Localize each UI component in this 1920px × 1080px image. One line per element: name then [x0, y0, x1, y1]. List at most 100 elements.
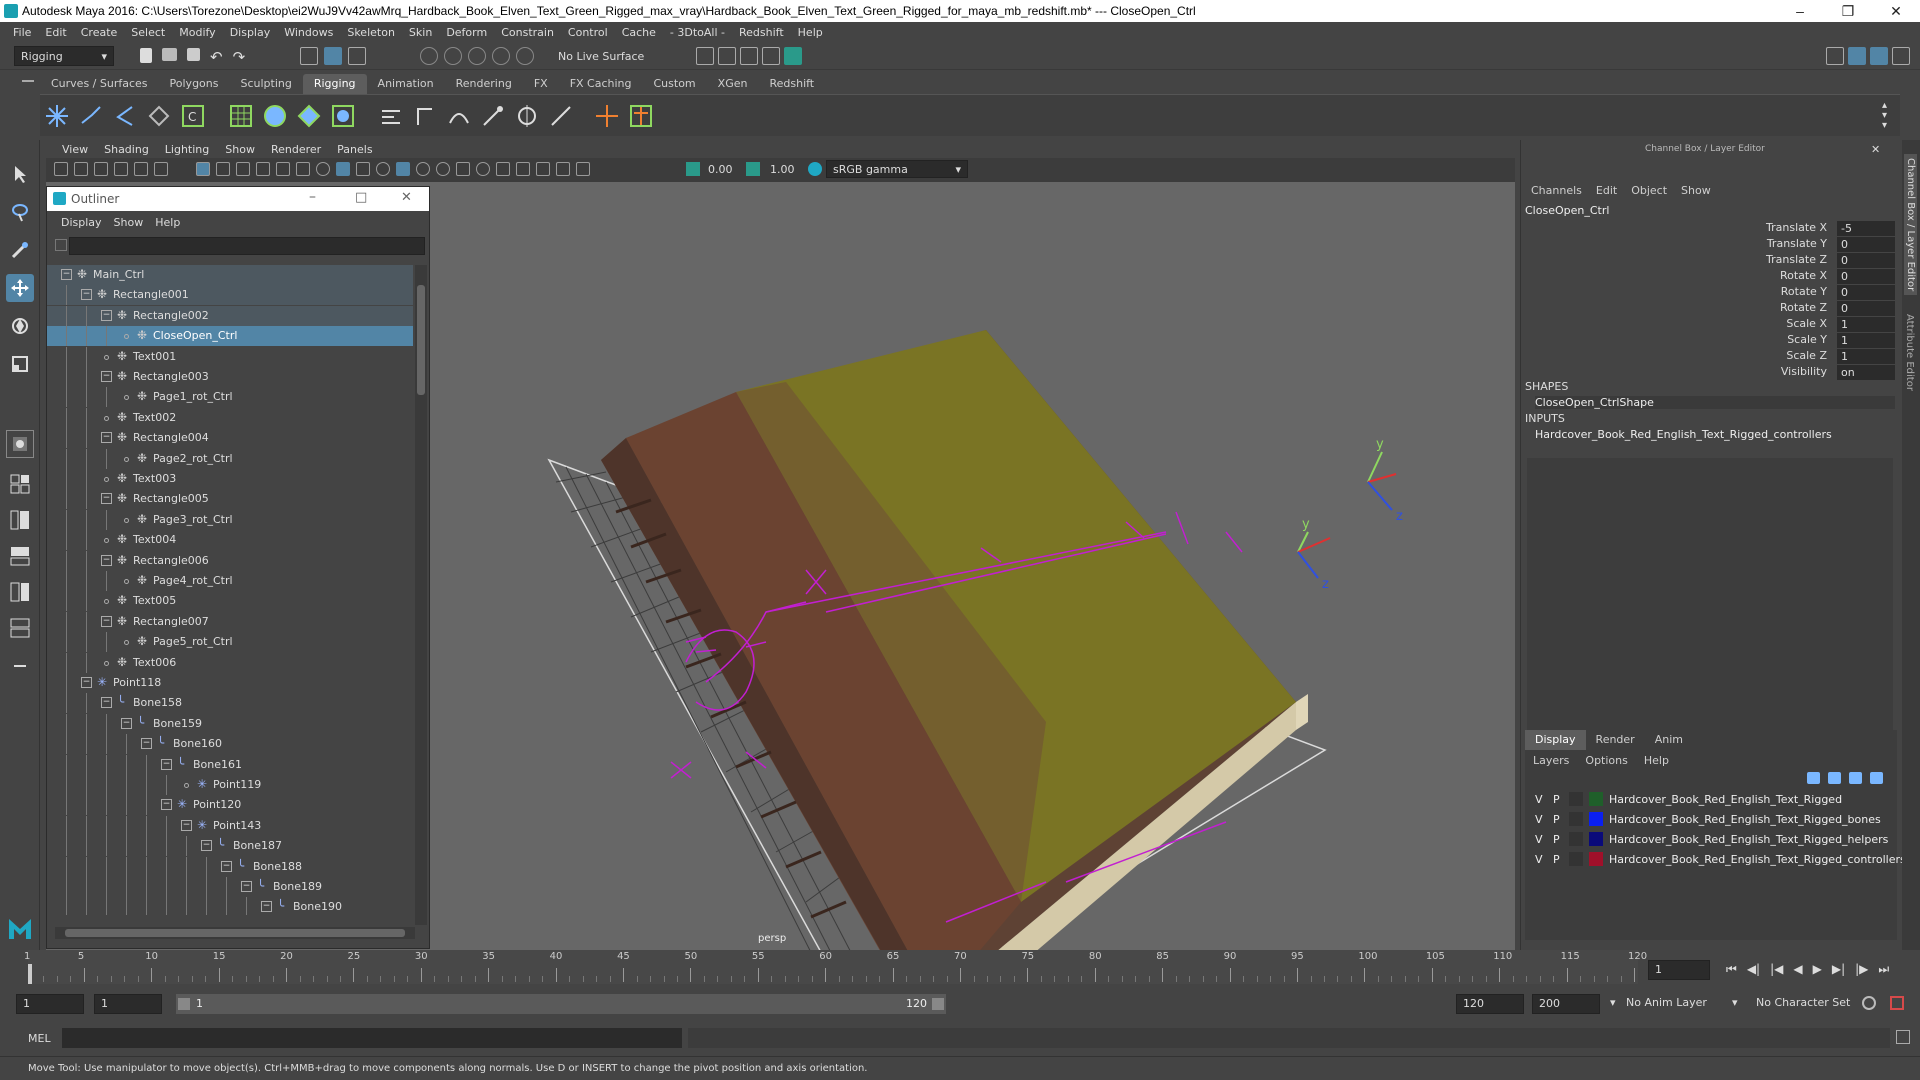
outliner-node[interactable]: − ╰ Bone159 [47, 713, 413, 734]
collapse-toggle-icon[interactable]: − [101, 432, 112, 444]
chevron-down-icon[interactable]: ▾ [1610, 996, 1616, 1009]
shelf-scroll-icon[interactable]: ▴ ▾ ▾ [1882, 101, 1887, 131]
select-camera-icon[interactable] [54, 162, 68, 176]
shelf-tab-redshift[interactable]: Redshift [758, 74, 825, 94]
lasso-tool-icon[interactable] [6, 198, 34, 226]
channel-value[interactable]: 0 [1837, 236, 1895, 252]
shelf-tab-fx[interactable]: FX [523, 74, 559, 94]
select-by-hierarchy-icon[interactable] [300, 47, 318, 65]
channel-value[interactable]: 1 [1837, 316, 1895, 332]
layer-color-swatch[interactable] [1589, 812, 1603, 826]
channel-row[interactable]: Rotate X 0 [1521, 268, 1901, 284]
tab-display[interactable]: Display [1525, 730, 1586, 750]
menu-modify[interactable]: Modify [179, 26, 215, 39]
outliner-node[interactable]: − ╰ Bone160 [47, 734, 413, 755]
collapse-toggle-icon[interactable]: − [121, 717, 132, 729]
color-management-icon[interactable] [808, 162, 822, 176]
outliner-node[interactable]: ✳ Point119 [47, 775, 413, 795]
ik-handle-icon[interactable] [76, 101, 106, 131]
viewport-menu-show[interactable]: Show [225, 143, 255, 156]
wire-deformer-icon[interactable] [294, 101, 324, 131]
snap-curve-icon[interactable] [444, 47, 462, 65]
snap-view-plane-icon[interactable] [492, 47, 510, 65]
menu-skeleton[interactable]: Skeleton [347, 26, 395, 39]
channel-row[interactable]: Visibility on [1521, 364, 1901, 380]
hypershade-layout-icon[interactable] [6, 578, 34, 606]
collapse-toggle-icon[interactable]: − [61, 269, 72, 280]
parent-constraint-icon[interactable] [592, 101, 622, 131]
channel-value[interactable]: on [1837, 364, 1895, 380]
layer-type-toggle[interactable] [1569, 852, 1583, 866]
joint-tool-icon[interactable] [42, 101, 72, 131]
wireframe-on-shaded-icon[interactable] [356, 162, 370, 176]
collapse-toggle-icon[interactable]: − [141, 738, 152, 750]
paint-select-icon[interactable] [6, 236, 34, 264]
shelf-tab-rigging[interactable]: Rigging [302, 74, 367, 94]
xray-active-icon[interactable] [576, 162, 590, 176]
close-icon[interactable]: ✕ [401, 190, 412, 205]
ik-spline-icon[interactable] [110, 101, 140, 131]
viewport-menu-panels[interactable]: Panels [337, 143, 372, 156]
menu-edit[interactable]: Edit [45, 26, 66, 39]
shelf-tab-custom[interactable]: Custom [643, 74, 707, 94]
shelf-tab-xgen[interactable]: XGen [707, 74, 759, 94]
outliner-node[interactable]: ❉ Page3_rot_Ctrl [47, 509, 413, 530]
collapse-toggle-icon[interactable]: − [181, 819, 192, 831]
lattice-icon[interactable] [226, 101, 256, 131]
layer-playback-toggle[interactable]: P [1553, 833, 1560, 846]
move-layer-up-icon[interactable] [1807, 772, 1820, 784]
outliner-node[interactable]: − ❉ Main_Ctrl [47, 265, 413, 285]
snap-grid-icon[interactable] [420, 47, 438, 65]
minimize-icon[interactable]: – [1780, 0, 1820, 22]
snap-live-icon[interactable] [516, 47, 534, 65]
shelf-tab-sculpting[interactable]: Sculpting [229, 74, 302, 94]
xray-joints-icon[interactable] [556, 162, 570, 176]
viewport-menu-view[interactable]: View [62, 143, 88, 156]
layer-visibility-toggle[interactable]: V [1535, 833, 1543, 846]
collapse-toggle-icon[interactable]: − [81, 677, 92, 688]
range-slider[interactable]: 1 120 [176, 994, 946, 1014]
collapse-toggle-icon[interactable]: − [221, 860, 232, 872]
colorspace-dropdown[interactable]: sRGB gamma ▾ [826, 160, 968, 178]
outliner-node[interactable]: ❉ Page4_rot_Ctrl [47, 571, 413, 591]
outliner-node[interactable]: − ╰ Bone190 [47, 897, 413, 915]
outliner-node[interactable]: − ❉ Rectangle007 [47, 611, 413, 632]
shelf-tab-fx-caching[interactable]: FX Caching [559, 74, 643, 94]
live-surface-field[interactable]: No Live Surface [552, 46, 660, 66]
gamma-icon[interactable] [746, 162, 760, 176]
display-layer-row[interactable]: V P Hardcover_Book_Red_English_Text_Rigged [1535, 790, 1905, 810]
menu-windows[interactable]: Windows [284, 26, 333, 39]
channel-row[interactable]: Rotate Y 0 [1521, 284, 1901, 300]
viewport-menu-shading[interactable]: Shading [104, 143, 149, 156]
outliner-node[interactable]: − ❉ Rectangle005 [47, 489, 413, 510]
display-layer-row[interactable]: V P Hardcover_Book_Red_English_Text_Rigged… [1535, 810, 1905, 830]
collapse-toggle-icon[interactable]: − [261, 901, 272, 913]
channel-row[interactable]: Scale X 1 [1521, 316, 1901, 332]
undo-icon[interactable]: ↶ [210, 48, 223, 66]
resolution-gate-icon[interactable] [236, 162, 250, 176]
auto-key-icon[interactable] [1862, 996, 1876, 1010]
grid-toggle-icon[interactable] [196, 162, 210, 176]
step-forward-frame-icon[interactable]: |▶ [1855, 962, 1868, 977]
time-slider[interactable]: 1 5 10 15 20 25 30 35 40 45 50 55 60 65 70 75 80 85 90 95 10… [0, 950, 1920, 988]
menu-cache[interactable]: Cache [622, 26, 656, 39]
outliner-menu-help[interactable]: Help [155, 216, 180, 229]
layer-playback-toggle[interactable]: P [1553, 813, 1560, 826]
layer-type-toggle[interactable] [1569, 812, 1583, 826]
rotate-tool-icon[interactable] [6, 312, 34, 340]
depth-of-field-icon[interactable] [496, 162, 510, 176]
orient-joint-icon[interactable] [410, 101, 440, 131]
range-end-handle[interactable] [932, 998, 944, 1010]
close-icon[interactable]: ✕ [1876, 0, 1916, 22]
menu-help[interactable]: Help [798, 26, 823, 39]
collapse-toggle-icon[interactable]: − [101, 371, 112, 382]
outliner-node[interactable]: ❉ Text001 [47, 346, 413, 367]
collapse-toggle-icon[interactable]: − [81, 289, 92, 301]
outliner-menu-display[interactable]: Display [61, 216, 102, 229]
script-language-label[interactable]: MEL [28, 1032, 51, 1045]
channel-row[interactable]: Scale Z 1 [1521, 348, 1901, 364]
menu-3dtoall[interactable]: - 3DtoAll - [670, 26, 725, 39]
shape-name[interactable]: CloseOpen_CtrlShape [1535, 396, 1895, 409]
script-editor-icon[interactable] [1896, 1030, 1910, 1044]
outliner-node[interactable]: ❉ Page2_rot_Ctrl [47, 448, 413, 469]
